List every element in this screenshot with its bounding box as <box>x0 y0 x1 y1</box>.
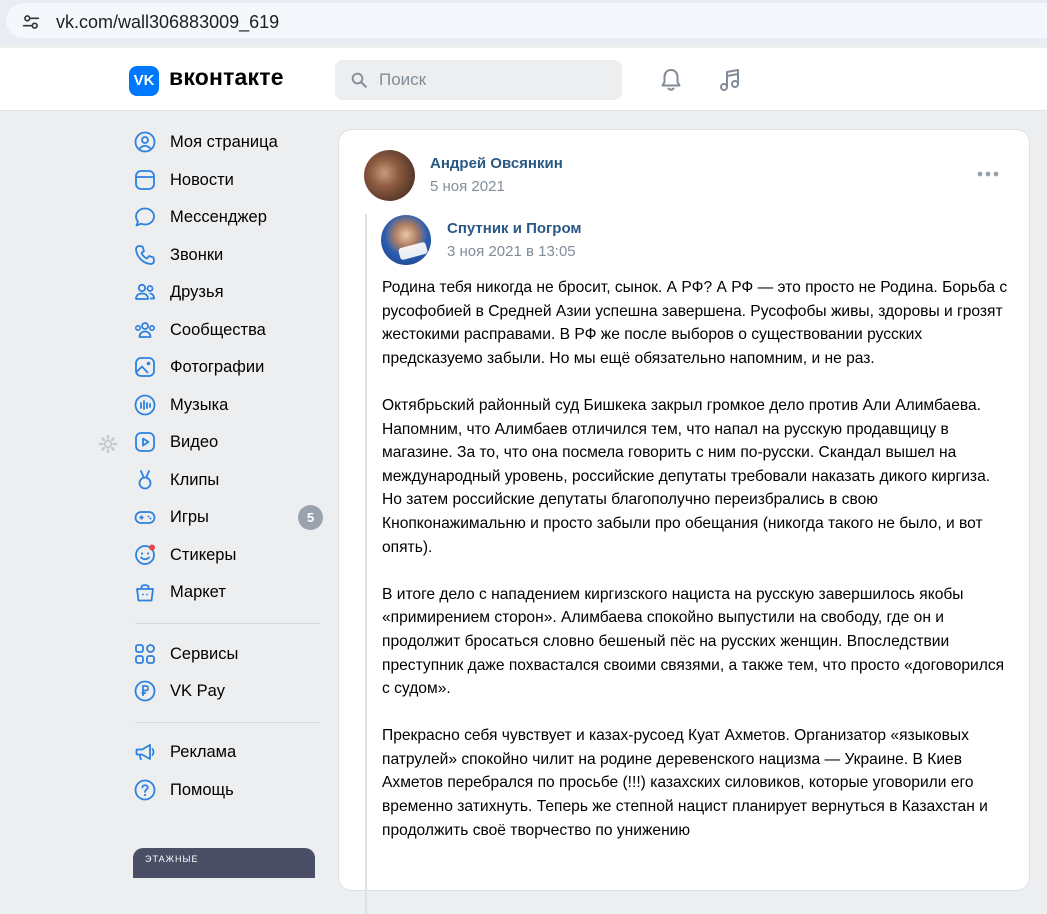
sidebar-item-ads[interactable]: Реклама <box>130 734 325 770</box>
search-box[interactable] <box>335 60 622 100</box>
music-icon <box>134 394 156 416</box>
photos-icon <box>135 357 155 377</box>
phone-icon <box>135 245 155 265</box>
repost-group-name[interactable]: Спутник и Погром <box>447 220 582 237</box>
sidebar-item-label: Реклама <box>170 742 237 761</box>
sidebar-item-label: Сообщества <box>170 320 266 339</box>
author-name[interactable]: Андрей Овсянкин <box>430 155 563 172</box>
site-header: VK вконтакте <box>0 48 1047 111</box>
post-date[interactable]: 5 ноя 2021 <box>430 178 505 195</box>
sidebar-item-messenger[interactable]: Мессенджер <box>130 199 325 235</box>
sidebar-item-label: Стикеры <box>170 545 237 564</box>
sidebar-item-label: Маркет <box>170 582 226 601</box>
sidebar-item-music[interactable]: Музыка <box>130 387 325 423</box>
sidebar-item-label: Сервисы <box>170 644 239 663</box>
vk-logo-icon[interactable]: VK <box>129 66 159 96</box>
sidebar-item-video[interactable]: Видео <box>130 424 325 460</box>
site-settings-icon[interactable] <box>20 11 42 33</box>
sidebar-item-label: Музыка <box>170 395 229 414</box>
ads-megaphone-icon <box>135 744 155 761</box>
author-avatar[interactable] <box>364 150 415 201</box>
market-icon <box>136 584 154 602</box>
sidebar-item-vkpay[interactable]: VK Pay <box>130 673 325 709</box>
notifications-bell-icon[interactable] <box>657 66 685 94</box>
sidebar-item-label: Помощь <box>170 780 234 799</box>
menu-settings-gear-icon[interactable] <box>98 434 118 454</box>
search-icon <box>351 72 367 88</box>
music-player-icon[interactable] <box>716 66 744 94</box>
sidebar-item-label: Игры <box>170 507 209 526</box>
clips-icon <box>138 470 152 490</box>
browser-address-bar: vk.com/wall306883009_619 <box>0 0 1047 43</box>
friends-icon <box>135 283 155 300</box>
sidebar-item-label: Моя страница <box>170 132 278 151</box>
services-icon <box>135 644 155 664</box>
sidebar-item-stickers[interactable]: Стикеры <box>130 537 325 573</box>
sidebar-divider <box>135 722 320 723</box>
sidebar-item-help[interactable]: Помощь <box>130 772 325 808</box>
video-icon <box>135 432 155 452</box>
sidebar-item-label: Мессенджер <box>170 207 267 226</box>
post-paragraph: Прекрасно себя чувствует и казах-русоед … <box>382 727 988 839</box>
sidebar-item-market[interactable]: Маркет <box>130 574 325 610</box>
sidebar-item-label: Фотографии <box>170 357 265 376</box>
games-count-badge: 5 <box>298 505 323 530</box>
news-icon <box>135 170 155 190</box>
stickers-icon <box>135 544 155 565</box>
group-avatar[interactable] <box>381 215 431 265</box>
url-text[interactable]: vk.com/wall306883009_619 <box>56 12 279 33</box>
sidebar-item-label: Друзья <box>170 282 224 301</box>
sidebar-item-services[interactable]: Сервисы <box>130 636 325 672</box>
games-icon <box>134 511 156 524</box>
more-options-icon[interactable] <box>976 169 1000 179</box>
messenger-icon <box>135 207 155 227</box>
group-avatar-stamp <box>397 241 429 261</box>
sidebar-item-news[interactable]: Новости <box>130 162 325 198</box>
logo-text[interactable]: вконтакте <box>169 64 284 91</box>
sidebar-promo-banner[interactable]: ЭТАЖНЫЕ <box>133 848 315 878</box>
sidebar-item-my-page[interactable]: Моя страница <box>130 124 325 160</box>
post-paragraph: В итоге дело с нападением киргизского на… <box>382 585 1005 698</box>
sidebar-item-label: Новости <box>170 170 234 189</box>
repost-divider <box>365 214 367 914</box>
sidebar-item-label: Видео <box>170 432 219 451</box>
sidebar-item-games[interactable]: Игры 5 <box>130 499 325 535</box>
repost-date[interactable]: 3 ноя 2021 в 13:05 <box>447 243 576 260</box>
sidebar-item-photos[interactable]: Фотографии <box>130 349 325 385</box>
search-input[interactable] <box>379 60 609 100</box>
url-field[interactable]: vk.com/wall306883009_619 <box>6 3 1047 38</box>
sidebar-item-label: Звонки <box>170 245 224 264</box>
post-paragraph: Родина тебя никогда не бросит, сынок. А … <box>382 279 1008 367</box>
sidebar-divider <box>135 623 320 624</box>
communities-icon <box>134 322 155 338</box>
profile-icon <box>134 131 156 153</box>
sidebar-item-label: VK Pay <box>170 681 226 700</box>
sidebar-item-clips[interactable]: Клипы <box>130 462 325 498</box>
promo-text: ЭТАЖНЫЕ <box>145 854 199 864</box>
sidebar-item-label: Клипы <box>170 470 220 489</box>
post-text: Родина тебя никогда не бросит, сынок. А … <box>382 276 1012 866</box>
post-paragraph: Октябрьский районный суд Бишкека закрыл … <box>382 396 991 556</box>
sidebar-item-calls[interactable]: Звонки <box>130 237 325 273</box>
sidebar-item-friends[interactable]: Друзья <box>130 274 325 310</box>
wall-post: Андрей Овсянкин 5 ноя 2021 Спутник и Пог… <box>338 129 1030 914</box>
vkpay-icon <box>134 680 156 702</box>
help-icon <box>134 779 156 801</box>
sidebar-item-communities[interactable]: Сообщества <box>130 312 325 348</box>
